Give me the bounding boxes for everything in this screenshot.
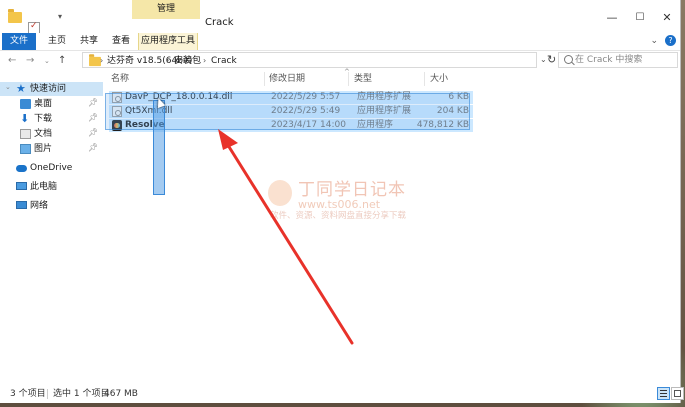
tab-share[interactable]: 共享 <box>76 33 102 50</box>
search-icon <box>564 55 573 64</box>
nav-item-quick-access[interactable]: ⌄ ★ 快速访问 <box>0 82 103 96</box>
watermark: 丁同学日记本 www.ts006.net 软件、资源、资料网盘直接分享下载 <box>268 180 418 230</box>
forward-icon[interactable]: → <box>26 55 34 66</box>
status-item-count: 3 个项目 <box>10 389 46 399</box>
tab-file[interactable]: 文件 <box>2 33 36 50</box>
up-icon[interactable]: ↑ <box>58 55 66 66</box>
navigation-pane: ⌄ ★ 快速访问 桌面 📌︎ ⬇ 下载 📌︎ 文档 📌︎ 图片 📌︎ OneDr… <box>0 74 103 374</box>
refresh-icon[interactable]: ↻ <box>547 53 556 66</box>
picture-icon <box>20 144 31 154</box>
pin-icon: 📌︎ <box>88 128 99 137</box>
title-bar: ▾ 管理 Crack — ☐ ✕ <box>0 0 680 48</box>
nav-item-label: 快速访问 <box>30 84 67 94</box>
address-row: ← → ⌄ ↑ › 达芬奇 v18.5(64bit) › 安装包 › Crack… <box>0 50 680 70</box>
column-divider[interactable] <box>264 72 265 86</box>
nav-item-network[interactable]: 网络 <box>0 199 103 213</box>
drag-selection-rectangle <box>153 100 165 195</box>
details-view-button[interactable] <box>657 387 670 400</box>
breadcrumb-separator: › <box>203 56 207 65</box>
column-divider[interactable] <box>424 72 425 86</box>
tab-application-tools[interactable]: 应用程序工具 <box>138 33 198 50</box>
nav-item-label: 下载 <box>34 114 53 124</box>
expand-arrow-icon[interactable]: ⌄ <box>5 83 11 91</box>
onedrive-icon <box>16 165 27 172</box>
watermark-logo <box>268 180 292 206</box>
ribbon-expand-icon[interactable]: ⌄ <box>650 36 658 46</box>
column-header-type[interactable]: 类型 <box>354 72 372 86</box>
nav-item-pictures[interactable]: 图片 📌︎ <box>0 142 103 156</box>
watermark-tagline: 软件、资源、资料网盘直接分享下载 <box>270 211 407 221</box>
breadcrumb-installer[interactable]: 安装包 <box>174 55 201 67</box>
nav-item-label: OneDrive <box>30 163 73 173</box>
nav-item-label: 图片 <box>34 144 53 154</box>
nav-item-onedrive[interactable]: OneDrive <box>0 161 103 175</box>
status-selected-size: 467 MB <box>104 389 138 399</box>
large-icons-view-button[interactable] <box>671 387 684 400</box>
status-bar: 3 个项目 选中 1 个项目 467 MB <box>0 386 684 403</box>
customize-qat-icon[interactable]: ▾ <box>58 12 62 26</box>
network-icon <box>16 201 27 209</box>
pin-icon: 📌︎ <box>88 143 99 152</box>
context-tab-group: 管理 <box>132 0 200 33</box>
ribbon-tabs: 文件 主页 共享 查看 应用程序工具 ⌄ ? <box>0 33 680 51</box>
close-icon[interactable]: ✕ <box>660 12 674 24</box>
file-explorer-window: ▾ 管理 Crack — ☐ ✕ 文件 主页 共享 查看 应用程序工具 ⌄ ? … <box>0 0 684 403</box>
nav-item-label: 文档 <box>34 129 53 139</box>
column-header-date[interactable]: 修改日期 <box>269 72 305 86</box>
nav-item-label: 此电脑 <box>30 182 58 192</box>
tab-home[interactable]: 主页 <box>44 33 70 50</box>
desktop-icon <box>20 99 31 109</box>
status-selected: 选中 1 个项目 <box>53 389 110 399</box>
minimize-icon[interactable]: — <box>605 12 619 24</box>
help-icon[interactable]: ? <box>665 35 676 46</box>
nav-item-downloads[interactable]: ⬇ 下载 📌︎ <box>0 112 103 126</box>
folder-icon[interactable] <box>8 9 22 23</box>
context-tab-label: 管理 <box>132 0 200 19</box>
window-title: Crack <box>205 17 234 28</box>
address-dropdown-icon[interactable]: ⌄ <box>540 55 547 64</box>
breadcrumb-separator: › <box>100 56 104 65</box>
address-bar[interactable]: › 达芬奇 v18.5(64bit) › 安装包 › Crack <box>82 52 537 68</box>
large-icons-view-icon <box>674 390 681 397</box>
back-icon[interactable]: ← <box>8 55 16 66</box>
column-header-size[interactable]: 大小 <box>430 72 448 86</box>
status-divider <box>47 389 48 399</box>
download-icon: ⬇ <box>20 112 30 125</box>
document-icon <box>20 129 31 139</box>
star-icon: ★ <box>16 82 26 95</box>
search-input[interactable]: 在 Crack 中搜索 <box>558 52 678 68</box>
nav-item-documents[interactable]: 文档 📌︎ <box>0 127 103 141</box>
recent-locations-icon[interactable]: ⌄ <box>44 57 50 65</box>
watermark-title: 丁同学日记本 <box>298 180 406 200</box>
search-placeholder: 在 Crack 中搜索 <box>575 55 643 65</box>
nav-item-this-pc[interactable]: 此电脑 <box>0 180 103 194</box>
nav-item-desktop[interactable]: 桌面 📌︎ <box>0 97 103 111</box>
pin-icon: 📌︎ <box>88 113 99 122</box>
details-view-icon <box>660 390 667 391</box>
tab-view[interactable]: 查看 <box>108 33 134 50</box>
breadcrumb-crack[interactable]: Crack <box>211 55 237 67</box>
nav-item-label: 桌面 <box>34 99 53 109</box>
pc-icon <box>16 182 27 190</box>
column-divider[interactable] <box>348 72 349 86</box>
maximize-icon[interactable]: ☐ <box>633 12 647 24</box>
pin-icon: 📌︎ <box>88 98 99 107</box>
breadcrumb-separator: › <box>166 56 170 65</box>
column-header-name[interactable]: 名称 <box>111 72 129 86</box>
nav-item-label: 网络 <box>30 201 49 211</box>
watermark-url: www.ts006.net <box>298 198 381 211</box>
